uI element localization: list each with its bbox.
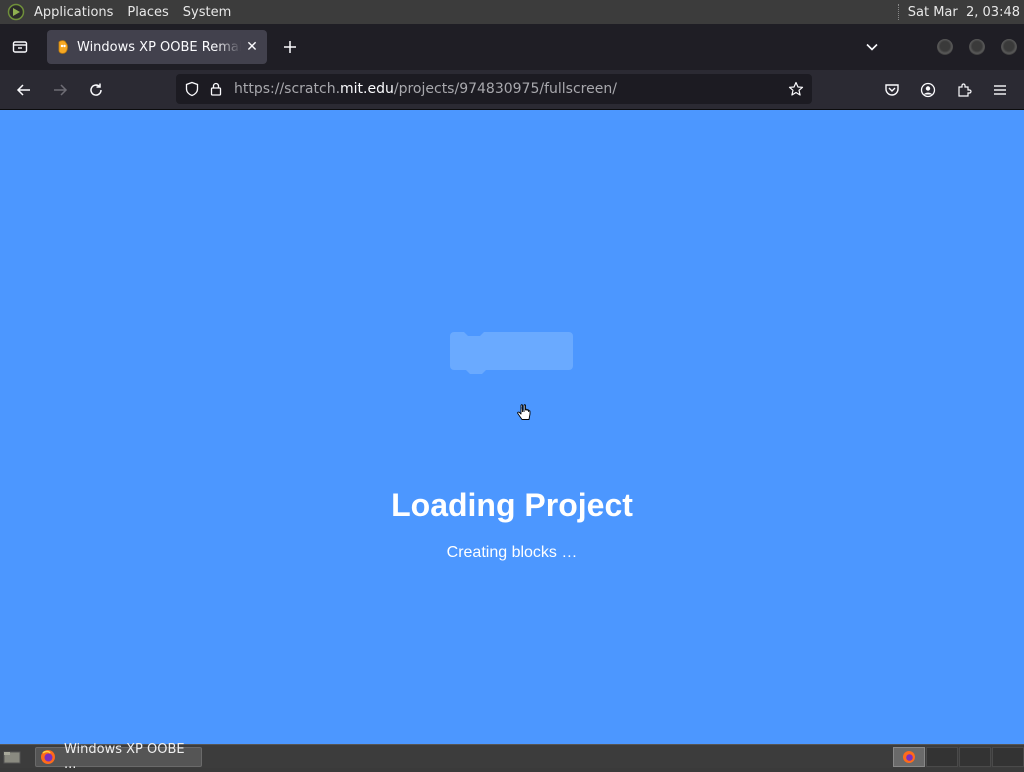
system-menu[interactable]: System	[183, 5, 231, 20]
forward-arrow-icon	[54, 84, 68, 96]
scratch-block-loader-icon	[450, 332, 573, 374]
navigation-toolbar: https://scratch.mit.edu/projects/9748309…	[0, 70, 1024, 110]
hand-cursor-icon	[517, 404, 531, 420]
workspace-1[interactable]	[893, 747, 925, 767]
chevron-down-icon	[866, 43, 878, 51]
places-menu[interactable]: Places	[127, 5, 168, 20]
url-path: /projects/974830975/fullscreen/	[393, 81, 617, 97]
close-window-button[interactable]	[1001, 39, 1017, 55]
applications-menu[interactable]: Applications	[34, 5, 113, 20]
show-desktop-button[interactable]	[2, 748, 22, 766]
list-all-tabs-button[interactable]	[860, 35, 884, 59]
panel-separator	[897, 4, 900, 20]
app-menu-button[interactable]	[988, 78, 1012, 102]
top-panel: Applications Places System Sat Mar 2, 03…	[0, 0, 1024, 24]
shield-icon[interactable]	[180, 77, 204, 101]
new-tab-button[interactable]	[278, 35, 302, 59]
pocket-button[interactable]	[880, 78, 904, 102]
maximize-window-button[interactable]	[969, 39, 985, 55]
url-bar[interactable]: https://scratch.mit.edu/projects/9748309…	[176, 74, 812, 104]
hamburger-menu-icon	[994, 85, 1006, 95]
account-icon	[920, 82, 936, 98]
account-button[interactable]	[916, 78, 940, 102]
tab-bar: Windows XP OOBE Remake ✕	[0, 24, 1024, 70]
firefox-icon	[903, 751, 915, 763]
extensions-button[interactable]	[952, 78, 976, 102]
firefox-view-button[interactable]	[6, 35, 34, 59]
forward-button[interactable]	[48, 78, 72, 102]
lock-icon[interactable]	[204, 77, 228, 101]
url-text[interactable]: https://scratch.mit.edu/projects/9748309…	[234, 81, 784, 97]
loading-title: Loading Project	[391, 487, 633, 523]
back-arrow-icon	[16, 84, 30, 96]
pocket-icon	[885, 84, 899, 96]
scratch-favicon-icon	[58, 40, 68, 54]
minimize-window-button[interactable]	[937, 39, 953, 55]
reload-button[interactable]	[84, 78, 108, 102]
page-content: Loading Project Creating blocks …	[0, 110, 1024, 744]
firefox-icon	[40, 750, 55, 764]
workspace-4[interactable]	[992, 747, 1024, 767]
url-host: mit.edu	[340, 81, 394, 97]
back-button[interactable]	[12, 78, 36, 102]
star-icon[interactable]	[784, 77, 808, 101]
plus-icon	[284, 41, 296, 53]
show-desktop-icon	[3, 751, 21, 764]
tab-windows-xp-oobe[interactable]: Windows XP OOBE Remake ✕	[47, 30, 267, 64]
clock[interactable]: Sat Mar 2, 03:48	[908, 5, 1020, 20]
extensions-icon	[958, 83, 972, 97]
bottom-taskbar: Windows XP OOBE ...	[0, 742, 1024, 772]
url-prefix: https://scratch.	[234, 81, 341, 97]
loading-message: Creating blocks …	[446, 544, 578, 561]
workspace-3[interactable]	[959, 747, 991, 767]
workspace-2[interactable]	[926, 747, 958, 767]
reload-icon	[90, 83, 102, 96]
taskbar-window-button[interactable]: Windows XP OOBE ...	[35, 742, 202, 772]
firefox-view-icon	[12, 41, 28, 53]
desktop-logo-icon[interactable]	[6, 2, 26, 22]
tab-title: Windows XP OOBE Remake	[77, 39, 241, 55]
close-icon[interactable]: ✕	[241, 36, 263, 58]
